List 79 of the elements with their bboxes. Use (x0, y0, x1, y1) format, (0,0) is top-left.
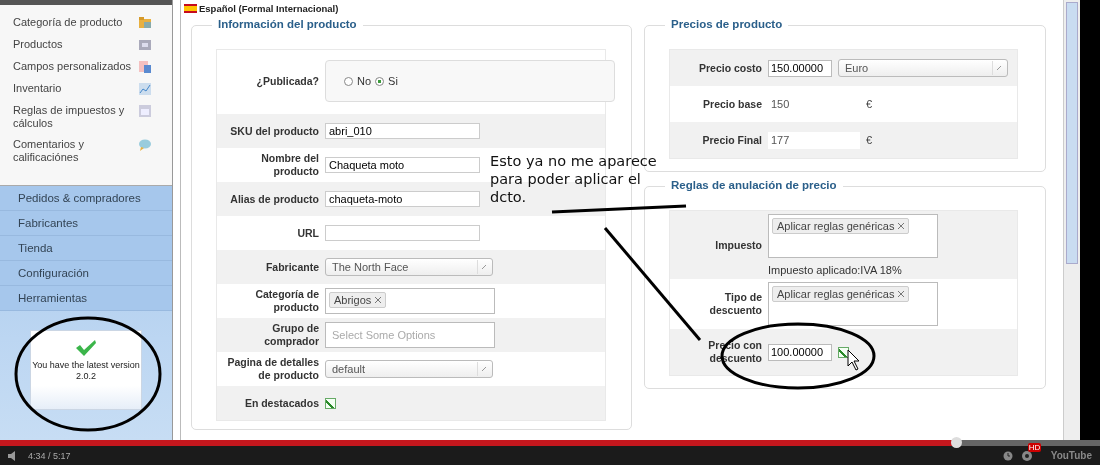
field-label: En destacados (243, 396, 320, 410)
tag-chip[interactable]: Abrigos (329, 292, 387, 308)
folder-icon[interactable] (138, 16, 152, 30)
multi-select-field[interactable]: Aplicar reglas genéricas (768, 214, 938, 258)
sidebar-link[interactable]: Campos personalizados (13, 60, 131, 73)
field-label: Grupo de comprador (263, 322, 320, 348)
field-label: Tipo de descuento (708, 291, 763, 317)
remove-tag-icon[interactable] (898, 223, 905, 229)
calendar-icon[interactable] (138, 104, 152, 118)
radio-option[interactable]: No (344, 75, 372, 87)
sidebar-link[interactable]: Comentarios y calificaciónes (13, 138, 131, 164)
chart-icon[interactable] (138, 82, 152, 96)
form-icon[interactable] (138, 60, 152, 74)
fieldset-title: Información del producto (212, 18, 363, 30)
field-label: ¿Publicada? (255, 74, 320, 88)
multi-select-field[interactable]: Abrigos (325, 288, 495, 314)
sidebar-link[interactable]: Categoría de producto (13, 16, 131, 29)
spain-flag-icon (184, 3, 197, 13)
multi-select-field[interactable]: Aplicar reglas genéricas (768, 282, 938, 326)
speech-bubble-icon[interactable] (138, 138, 152, 152)
dropdown[interactable]: The North Face (325, 258, 493, 276)
progress-handle[interactable] (951, 437, 962, 448)
sidebar-section-tab[interactable]: Configuración (0, 261, 172, 286)
annotation-text: Esto ya no me aparece para poder aplicar el dcto. (490, 152, 658, 206)
checkmark-icon (75, 339, 97, 357)
field-label: SKU del producto (229, 124, 320, 138)
price-input[interactable]: 100.00000 (768, 343, 832, 361)
remove-tag-icon[interactable] (898, 291, 905, 297)
sidebar-section-tab[interactable]: Fabricantes (0, 211, 172, 236)
tag-label: Aplicar reglas genéricas (777, 288, 895, 300)
sidebar-link[interactable]: Reglas de impuestos y cálculos (13, 104, 131, 130)
scrollbar-thumb[interactable] (1066, 2, 1078, 264)
currency-symbol: € (866, 134, 873, 146)
scrollbar[interactable] (1063, 0, 1080, 440)
tag-label: Abrigos (334, 294, 372, 306)
field-label: URL (296, 226, 320, 240)
tag-chip[interactable]: Aplicar reglas genéricas (772, 286, 910, 302)
multi-select-field[interactable]: Select Some Options (325, 322, 495, 348)
currency-dropdown[interactable]: Euro (838, 59, 1008, 77)
sidebar-link[interactable]: Inventario (13, 82, 131, 95)
version-message: You have the latest version (32, 360, 140, 371)
currency-symbol: € (866, 98, 873, 110)
text-input[interactable] (325, 225, 480, 241)
text-input[interactable]: Chaqueta moto (325, 157, 480, 173)
mouse-cursor-icon (847, 349, 860, 371)
price-input[interactable]: 150.00000 (768, 59, 832, 77)
hd-badge: HD (1027, 442, 1042, 452)
field-label: Precio costo (697, 61, 763, 75)
fieldset-title: Precios de producto (665, 18, 789, 30)
settings-icon[interactable] (1020, 449, 1033, 462)
tax-note: Impuesto aplicado:IVA 18% (768, 264, 903, 276)
dropdown[interactable]: default (325, 360, 493, 378)
tag-label: Aplicar reglas genéricas (777, 220, 895, 232)
clock-icon[interactable] (1002, 450, 1013, 461)
field-label: Impuesto (714, 238, 763, 252)
sidebar-section-tab[interactable]: Pedidos & compradores (0, 186, 172, 211)
sidebar-section-tab[interactable]: Herramientas (0, 286, 172, 311)
tag-chip[interactable]: Aplicar reglas genéricas (772, 218, 910, 234)
fieldset-title: Reglas de anulación de precio (665, 179, 843, 191)
field-label: Precio Final (701, 133, 763, 147)
video-time: 4:34 / 5:17 (28, 450, 71, 461)
field-label: Categoría de producto (254, 288, 320, 314)
sidebar-link[interactable]: Productos (13, 38, 131, 51)
sidebar-section-tab[interactable]: Tienda (0, 236, 172, 261)
language-label: Español (Formal Internacional) (199, 2, 339, 14)
price-input[interactable]: 177 (768, 131, 860, 149)
youtube-logo[interactable]: YouTube (1050, 450, 1092, 461)
remove-tag-icon[interactable] (375, 297, 382, 303)
checkbox[interactable] (325, 397, 336, 409)
text-input[interactable]: chaqueta-moto (325, 191, 480, 207)
radio-option[interactable]: Si (375, 75, 398, 87)
field-label: Precio base (702, 97, 763, 111)
field-label: Nombre del producto (260, 152, 320, 178)
box-icon[interactable] (138, 38, 152, 52)
field-label: Fabricante (264, 260, 320, 274)
text-input[interactable]: abri_010 (325, 123, 480, 139)
field-label: Pagina de detalles de producto (226, 356, 320, 382)
field-label: Alias de producto (229, 192, 320, 206)
version-number: 2.0.2 (76, 371, 96, 382)
